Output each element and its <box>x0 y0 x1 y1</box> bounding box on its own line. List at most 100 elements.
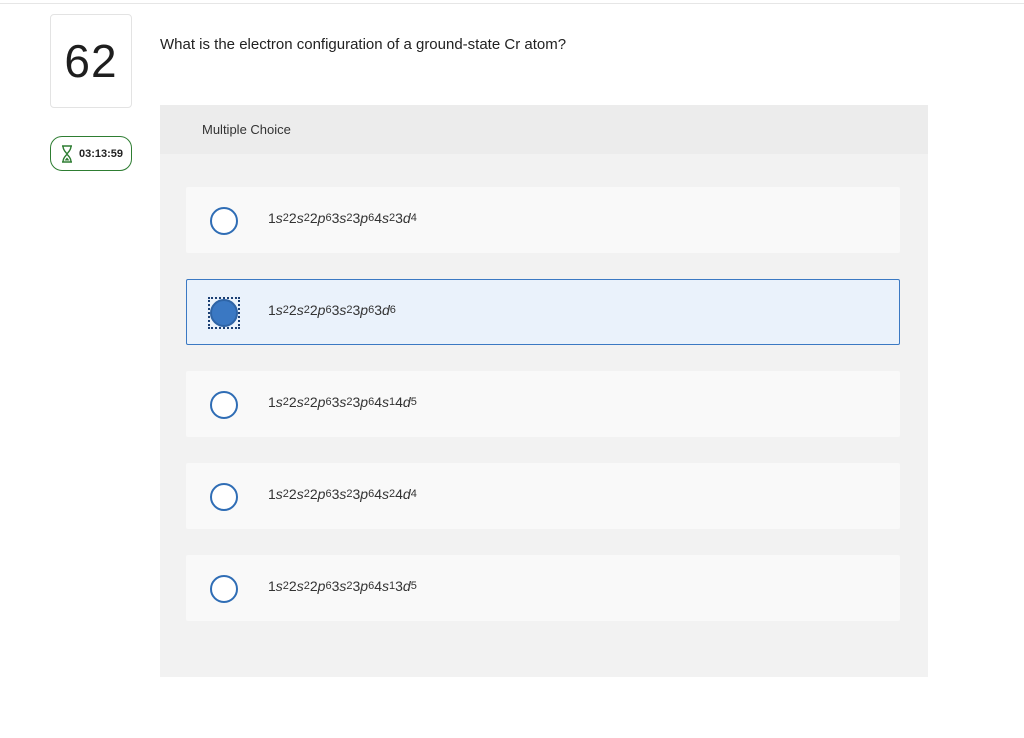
orbital-term: 3s2 <box>332 578 353 594</box>
electron-count: 6 <box>325 396 332 408</box>
shell-number: 4 <box>395 394 403 410</box>
answer-option-3[interactable]: 1s22s22p63s23p64s14d5 <box>186 371 900 437</box>
electron-count: 6 <box>325 212 332 224</box>
shell-number: 1 <box>268 302 276 318</box>
orbital-term: 4s1 <box>374 394 395 410</box>
radio-button[interactable] <box>210 299 238 327</box>
electron-count: 2 <box>389 212 396 224</box>
radio-focus-ring <box>208 389 240 421</box>
shell-number: 2 <box>309 394 318 410</box>
orbital-term: 2s2 <box>289 486 310 502</box>
electron-count: 2 <box>282 488 289 500</box>
orbital-term: 4d4 <box>395 486 417 502</box>
electron-count: 2 <box>303 580 310 592</box>
orbital-term: 2s2 <box>289 302 310 318</box>
subshell-letter: s <box>296 210 304 226</box>
option-formula: 1s22s22p63s23p63d6 <box>268 302 396 318</box>
shell-number: 2 <box>309 578 318 594</box>
electron-count: 6 <box>325 580 332 592</box>
orbital-term: 3p6 <box>352 302 374 318</box>
subshell-letter: s <box>296 486 304 502</box>
orbital-term: 2p6 <box>310 486 332 502</box>
electron-count: 6 <box>368 488 375 500</box>
answer-option-4[interactable]: 1s22s22p63s23p64s24d4 <box>186 463 900 529</box>
subshell-letter: s <box>275 302 283 318</box>
orbital-term: 2p6 <box>310 394 332 410</box>
orbital-term: 4s1 <box>374 578 395 594</box>
orbital-term: 3s2 <box>332 394 353 410</box>
shell-number: 1 <box>268 210 276 226</box>
top-divider <box>0 3 1024 4</box>
electron-count: 5 <box>410 580 417 592</box>
subshell-letter: s <box>382 210 389 226</box>
electron-count: 2 <box>346 304 353 316</box>
subshell-letter: s <box>296 578 304 594</box>
orbital-term: 3s2 <box>332 210 353 226</box>
orbital-term: 4d5 <box>395 394 417 410</box>
subshell-letter: s <box>382 486 389 502</box>
electron-count: 2 <box>303 304 310 316</box>
electron-count: 6 <box>325 488 332 500</box>
orbital-term: 3d6 <box>374 302 396 318</box>
question-text: What is the electron configuration of a … <box>160 36 567 53</box>
electron-count: 6 <box>325 304 332 316</box>
shell-number: 4 <box>374 210 382 226</box>
option-formula: 1s22s22p63s23p64s23d4 <box>268 210 417 226</box>
electron-count: 2 <box>303 488 310 500</box>
electron-count: 2 <box>389 488 396 500</box>
electron-count: 2 <box>282 396 289 408</box>
subshell-letter: d <box>402 394 411 410</box>
shell-number: 3 <box>395 578 403 594</box>
radio-button[interactable] <box>210 575 238 603</box>
orbital-term: 1s2 <box>268 210 289 226</box>
subshell-letter: p <box>360 210 369 226</box>
hourglass-icon <box>61 144 73 163</box>
shell-number: 1 <box>268 394 276 410</box>
orbital-term: 3s2 <box>332 486 353 502</box>
answer-option-5[interactable]: 1s22s22p63s23p64s13d5 <box>186 555 900 621</box>
subshell-letter: d <box>402 210 411 226</box>
electron-count: 2 <box>346 488 353 500</box>
electron-count: 2 <box>282 212 289 224</box>
orbital-term: 1s2 <box>268 302 289 318</box>
orbital-term: 4s2 <box>374 210 395 226</box>
radio-button[interactable] <box>210 391 238 419</box>
radio-focus-ring <box>208 481 240 513</box>
orbital-term: 3s2 <box>332 302 353 318</box>
orbital-term: 3p6 <box>352 394 374 410</box>
panel-header: Multiple Choice <box>160 105 928 154</box>
answer-option-1[interactable]: 1s22s22p63s23p64s23d4 <box>186 187 900 253</box>
orbital-term: 3d5 <box>395 578 417 594</box>
orbital-term: 3p6 <box>352 578 374 594</box>
electron-count: 1 <box>389 396 396 408</box>
orbital-term: 3d4 <box>395 210 417 226</box>
subshell-letter: s <box>275 486 283 502</box>
question-number-box: 62 <box>50 14 132 108</box>
subshell-letter: s <box>382 394 389 410</box>
option-formula: 1s22s22p63s23p64s24d4 <box>268 486 417 502</box>
shell-number: 2 <box>309 210 318 226</box>
subshell-letter: d <box>402 578 411 594</box>
orbital-term: 2p6 <box>310 302 332 318</box>
electron-count: 2 <box>346 212 353 224</box>
electron-count: 4 <box>410 488 417 500</box>
shell-number: 2 <box>288 394 297 410</box>
subshell-letter: s <box>382 578 389 594</box>
electron-count: 1 <box>389 580 396 592</box>
orbital-term: 1s2 <box>268 486 289 502</box>
answer-option-2[interactable]: 1s22s22p63s23p63d6 <box>186 279 900 345</box>
timer-badge[interactable]: 03:13:59 <box>50 136 132 171</box>
electron-count: 2 <box>346 580 353 592</box>
shell-number: 1 <box>268 486 276 502</box>
subshell-letter: p <box>360 302 369 318</box>
orbital-term: 1s2 <box>268 394 289 410</box>
radio-focus-ring <box>208 297 240 329</box>
shell-number: 2 <box>309 486 318 502</box>
shell-number: 4 <box>374 486 382 502</box>
electron-count: 6 <box>368 212 375 224</box>
option-formula: 1s22s22p63s23p64s14d5 <box>268 394 417 410</box>
radio-button[interactable] <box>210 483 238 511</box>
shell-number: 4 <box>374 578 382 594</box>
electron-count: 5 <box>410 396 417 408</box>
radio-button[interactable] <box>210 207 238 235</box>
